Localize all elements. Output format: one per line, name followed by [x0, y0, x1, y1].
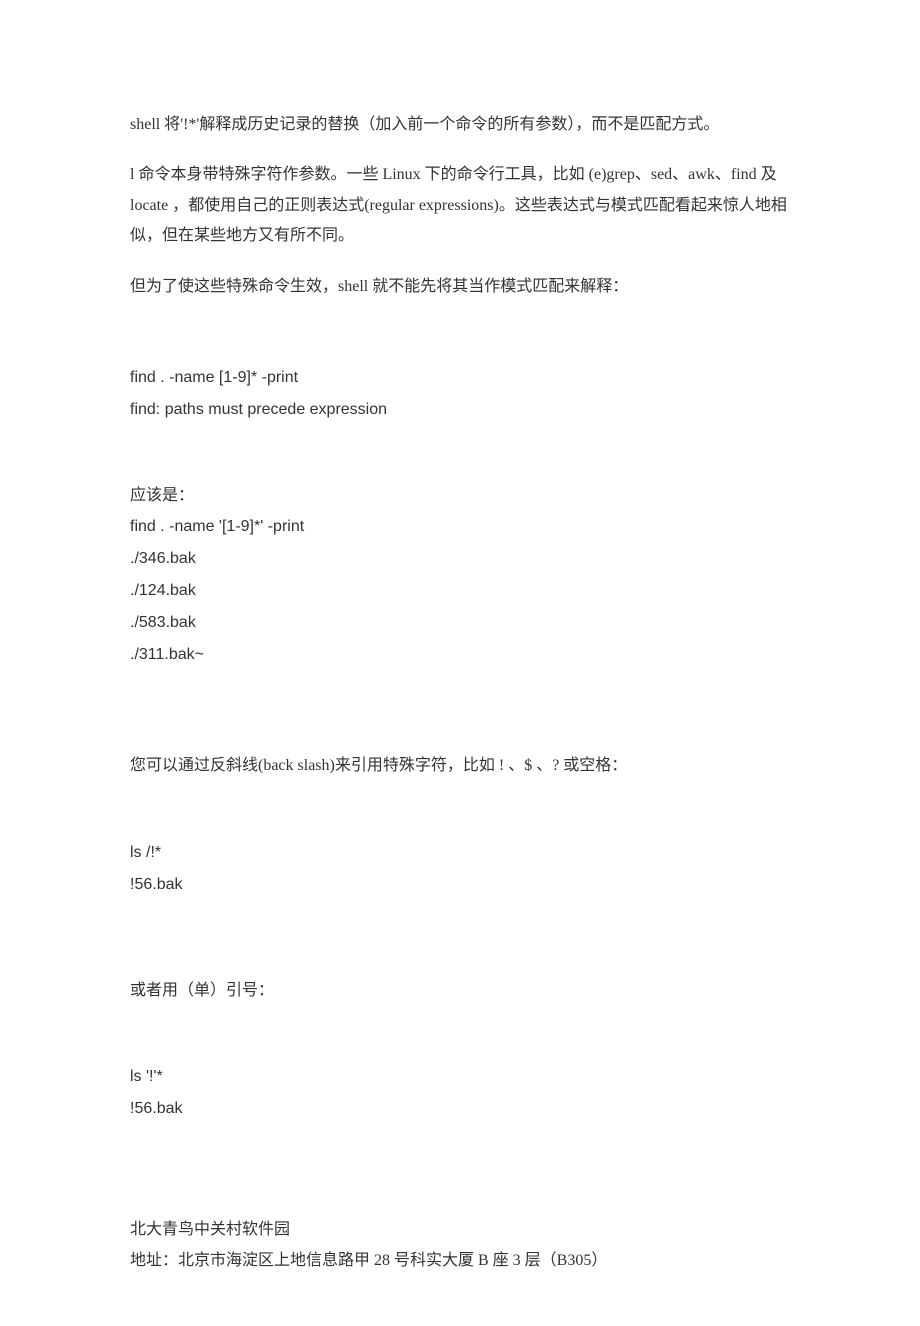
code-line: !56.bak	[130, 1093, 790, 1125]
code-line: ls '!'*	[130, 1061, 790, 1093]
footer-org: 北大青鸟中关村软件园	[130, 1215, 790, 1245]
code-block-ls-backslash: ls /!* !56.bak	[130, 837, 790, 901]
footer-address: 地址：北京市海淀区上地信息路甲 28 号科实大厦 B 座 3 层（B305）	[130, 1246, 790, 1276]
footer: 北大青鸟中关村软件园 地址：北京市海淀区上地信息路甲 28 号科实大厦 B 座 …	[130, 1215, 790, 1276]
section-correct: 应该是： find . -name '[1-9]*' -print ./346.…	[130, 481, 790, 671]
paragraph-special-chars: l 命令本身带特殊字符作参数。一些 Linux 下的命令行工具，比如 (e)gr…	[130, 160, 790, 251]
code-line: !56.bak	[130, 869, 790, 901]
code-line: find . -name [1-9]* -print	[130, 362, 790, 394]
paragraph-backslash: 您可以通过反斜线(back slash)来引用特殊字符，比如 ! 、$ 、? 或…	[130, 751, 790, 781]
code-line: ./311.bak~	[130, 639, 790, 671]
code-block-find-error: find . -name [1-9]* -print find: paths m…	[130, 362, 790, 426]
code-line: ./346.bak	[130, 543, 790, 575]
paragraph-single-quote: 或者用（单）引号：	[130, 976, 790, 1006]
paragraph-should-be: 应该是：	[130, 481, 790, 511]
code-line: ./583.bak	[130, 607, 790, 639]
code-line: ls /!*	[130, 837, 790, 869]
code-line: find: paths must precede expression	[130, 394, 790, 426]
paragraph-shell-history: shell 将'!*'解释成历史记录的替换（加入前一个命令的所有参数），而不是匹…	[130, 110, 790, 140]
code-block-ls-quote: ls '!'* !56.bak	[130, 1061, 790, 1125]
paragraph-shell-interpret: 但为了使这些特殊命令生效，shell 就不能先将其当作模式匹配来解释：	[130, 272, 790, 302]
code-block-find-correct: find . -name '[1-9]*' -print ./346.bak .…	[130, 511, 790, 671]
code-line: ./124.bak	[130, 575, 790, 607]
code-line: find . -name '[1-9]*' -print	[130, 511, 790, 543]
